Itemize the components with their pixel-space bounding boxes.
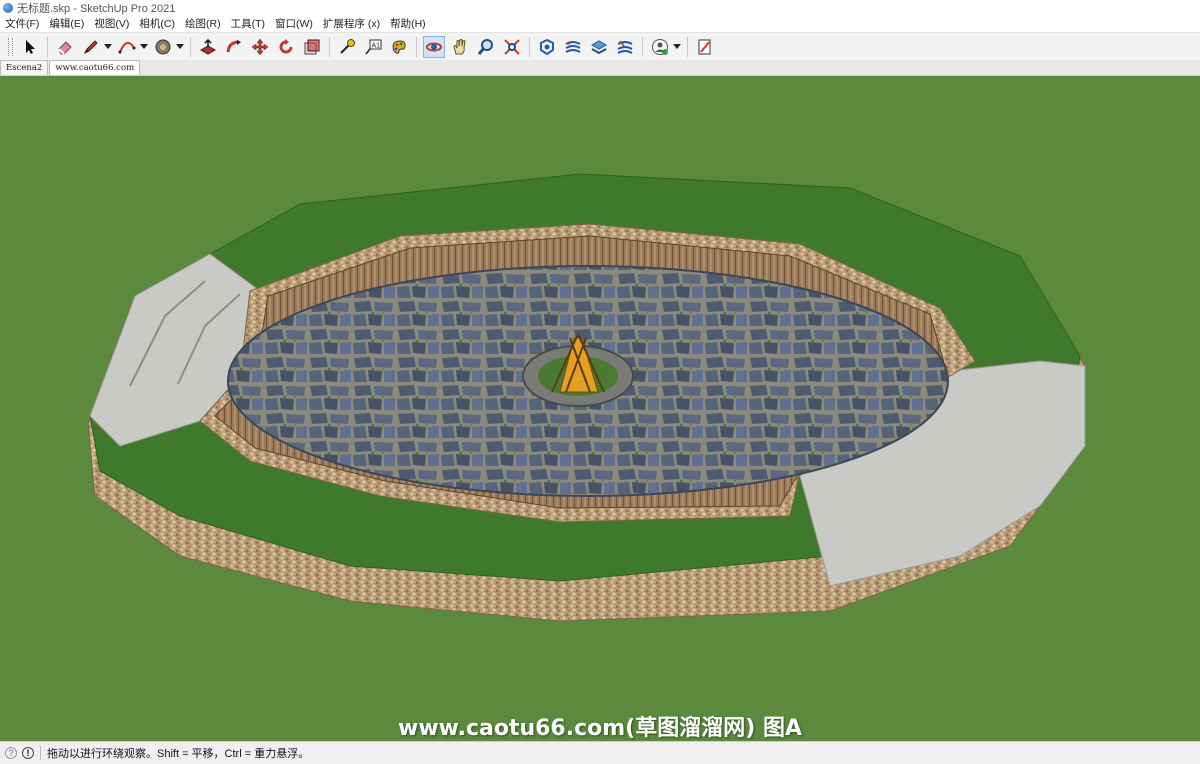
- paint-bucket-tool-button[interactable]: [152, 36, 174, 58]
- toolbar-separator: [190, 36, 191, 57]
- toolbar-grip[interactable]: [8, 37, 13, 56]
- text-icon: A1: [365, 39, 382, 54]
- select-tool-button[interactable]: [19, 36, 41, 58]
- layout-icon: [698, 39, 711, 54]
- scale-icon: [304, 39, 320, 54]
- warehouse-icon: [540, 38, 554, 55]
- menu-tools[interactable]: 工具(T): [226, 16, 270, 32]
- tab-escena2[interactable]: Escena2: [0, 60, 49, 75]
- paint-bucket-dropdown[interactable]: [176, 44, 184, 49]
- menu-camera[interactable]: 相机(C): [134, 16, 180, 32]
- arc-tool-dropdown[interactable]: [140, 44, 148, 49]
- toolbar-separator: [416, 36, 417, 57]
- follow-me-icon: [226, 39, 241, 52]
- account-dropdown[interactable]: [673, 44, 681, 49]
- rotate-icon: [279, 38, 293, 53]
- zoom-extents-tool-button[interactable]: [501, 36, 523, 58]
- tab-caotu66[interactable]: www.caotu66.com: [49, 60, 141, 75]
- move-icon: [251, 38, 269, 55]
- push-pull-icon: [199, 38, 217, 55]
- sandbox-icon: [617, 40, 633, 54]
- sandbox-tool-button[interactable]: [614, 36, 636, 58]
- toolbar-separator: [529, 36, 530, 57]
- sketchup-logo-icon: [3, 3, 13, 13]
- paint-icon: [155, 39, 171, 54]
- scale-tool-button[interactable]: [301, 36, 323, 58]
- layers-icon: [565, 40, 581, 53]
- pan-tool-button[interactable]: [449, 36, 471, 58]
- extension-warehouse-tool-button[interactable]: [562, 36, 584, 58]
- toolbar-separator: [642, 36, 643, 57]
- palette-icon: [392, 39, 406, 54]
- status-bar: ? ! 拖动以进行环绕观察。Shift = 平移，Ctrl = 重力悬浮。: [0, 741, 1200, 764]
- zoom-extents-icon: [504, 38, 520, 55]
- arc-icon: [118, 41, 136, 53]
- move-tool-button[interactable]: [249, 36, 271, 58]
- toolbar-separator: [47, 36, 48, 57]
- menu-help[interactable]: 帮助(H): [385, 16, 431, 32]
- paint-tool-button[interactable]: [388, 36, 410, 58]
- tape-measure-tool-button[interactable]: [336, 36, 358, 58]
- menu-window[interactable]: 窗口(W): [270, 16, 318, 32]
- line-tool-dropdown[interactable]: [104, 44, 112, 49]
- menu-bar: 文件(F) 编辑(E) 视图(V) 相机(C) 绘图(R) 工具(T) 窗口(W…: [0, 16, 1200, 32]
- follow-me-tool-button[interactable]: [223, 36, 245, 58]
- scene-tabs: Escena2 www.caotu66.com: [0, 60, 1200, 76]
- pencil-icon: [83, 39, 98, 54]
- toolbar-separator: [687, 36, 688, 57]
- push-pull-tool-button[interactable]: [197, 36, 219, 58]
- status-separator: [40, 746, 41, 760]
- eraser-tool-button[interactable]: [54, 36, 76, 58]
- orbit-tool-button[interactable]: [423, 35, 445, 58]
- info-icon[interactable]: !: [22, 747, 34, 759]
- toolbar-separator: [329, 36, 330, 57]
- account-icon: [652, 38, 668, 55]
- orbit-icon: [426, 42, 442, 51]
- eraser-icon: [58, 40, 72, 55]
- menu-extensions[interactable]: 扩展程序 (x): [318, 16, 385, 32]
- model-viewport[interactable]: www.caotu66.com(草图溜溜网) 图A: [0, 76, 1200, 741]
- stack-icon: [590, 39, 608, 54]
- main-toolbar: A1: [0, 32, 1200, 61]
- window-titlebar: 无标题.skp - SketchUp Pro 2021: [0, 0, 1200, 16]
- hand-icon: [453, 38, 466, 54]
- zoom-icon: [477, 38, 493, 55]
- status-message: 拖动以进行环绕观察。Shift = 平移，Ctrl = 重力悬浮。: [47, 748, 310, 760]
- text-tool-button[interactable]: A1: [362, 36, 384, 58]
- arrow-icon: [26, 39, 35, 54]
- window-title: 无标题.skp - SketchUp Pro 2021: [17, 3, 176, 15]
- menu-view[interactable]: 视图(V): [89, 16, 134, 32]
- arc-tool-button[interactable]: [116, 36, 138, 58]
- geo-location-icon[interactable]: ?: [5, 747, 17, 759]
- svg-text:A1: A1: [372, 42, 381, 49]
- warehouse-tool-button[interactable]: [536, 36, 558, 58]
- layout-tool-button[interactable]: [694, 36, 716, 58]
- tape-icon: [340, 38, 355, 54]
- components-tool-button[interactable]: [588, 36, 610, 58]
- menu-draw[interactable]: 绘图(R): [180, 16, 226, 32]
- watermark-text: www.caotu66.com(草图溜溜网) 图A: [398, 716, 802, 741]
- menu-file[interactable]: 文件(F): [0, 16, 44, 32]
- rotate-tool-button[interactable]: [275, 36, 297, 58]
- zoom-tool-button[interactable]: [475, 36, 497, 58]
- line-tool-button[interactable]: [80, 36, 102, 58]
- account-tool-button[interactable]: [649, 36, 671, 58]
- model-drawing: [87, 173, 1086, 622]
- menu-edit[interactable]: 编辑(E): [44, 16, 89, 32]
